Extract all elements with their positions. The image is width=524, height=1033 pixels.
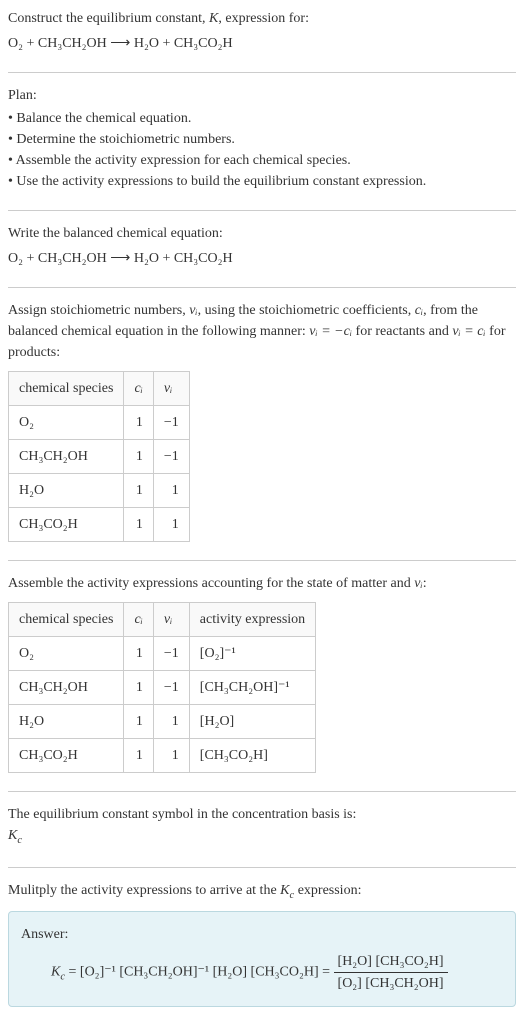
- intro-section: Construct the equilibrium constant, K, e…: [8, 8, 516, 54]
- table-row: H₂O 1 1 [H₂O]: [9, 705, 316, 739]
- cell-ci: 1: [124, 406, 153, 440]
- stoich-nu: νᵢ: [189, 303, 197, 318]
- cell-ci: 1: [124, 637, 153, 671]
- cell-ci: 1: [124, 440, 153, 474]
- cell-species: CH₃CH₂OH: [9, 440, 124, 474]
- table-row: H₂O 1 1: [9, 474, 190, 508]
- stoich-mid1: , using the stoichiometric coefficients,: [198, 303, 415, 318]
- intro-pre: Construct the equilibrium constant,: [8, 11, 209, 26]
- col-species: chemical species: [9, 603, 124, 637]
- intro-text: Construct the equilibrium constant, K, e…: [8, 8, 516, 29]
- cell-ci: 1: [124, 739, 153, 773]
- answer-fraction: [H₂O] [CH₃CO₂H][O₂] [CH₃CH₂OH]: [334, 951, 448, 994]
- plan-item: Determine the stoichiometric numbers.: [8, 129, 516, 150]
- intro-k: K: [209, 11, 218, 26]
- cell-species: CH₃CO₂H: [9, 508, 124, 542]
- cell-species: O₂: [9, 637, 124, 671]
- cell-expr: [CH₃CO₂H]: [189, 739, 315, 773]
- answer-eq: = [O₂]⁻¹ [CH₃CH₂OH]⁻¹ [H₂O] [CH₃CO₂H] =: [65, 965, 334, 980]
- cell-species: CH₃CH₂OH: [9, 671, 124, 705]
- cell-expr: [H₂O]: [189, 705, 315, 739]
- cell-nu: −1: [153, 671, 189, 705]
- table-header-row: chemical species cᵢ νᵢ activity expressi…: [9, 603, 316, 637]
- cell-nu: 1: [153, 705, 189, 739]
- stoich-pre: Assign stoichiometric numbers,: [8, 303, 189, 318]
- answer-expression: Kc = [O₂]⁻¹ [CH₃CH₂OH]⁻¹ [H₂O] [CH₃CO₂H]…: [21, 951, 503, 994]
- cell-nu: −1: [153, 440, 189, 474]
- plan-item: Use the activity expressions to build th…: [8, 171, 516, 192]
- divider: [8, 72, 516, 73]
- stoich-eq2: νᵢ = cᵢ: [452, 324, 485, 339]
- symbol-kc: Kc: [8, 825, 516, 849]
- intro-equation: O₂ + CH₃CH₂OH ⟶ H₂O + CH₃CO₂H: [8, 33, 516, 54]
- table-row: CH₃CH₂OH 1 −1 [CH₃CH₂OH]⁻¹: [9, 671, 316, 705]
- stoich-eq1: νᵢ = −cᵢ: [309, 324, 352, 339]
- col-expr: activity expression: [189, 603, 315, 637]
- cell-species: H₂O: [9, 474, 124, 508]
- divider: [8, 791, 516, 792]
- frac-denominator: [O₂] [CH₃CH₂OH]: [334, 973, 448, 994]
- balanced-section: Write the balanced chemical equation: O₂…: [8, 223, 516, 269]
- cell-nu: −1: [153, 637, 189, 671]
- intro-post: , expression for:: [218, 11, 309, 26]
- cell-nu: −1: [153, 406, 189, 440]
- col-ci: cᵢ: [124, 372, 153, 406]
- symbol-section: The equilibrium constant symbol in the c…: [8, 804, 516, 849]
- cell-species: H₂O: [9, 705, 124, 739]
- cell-nu: 1: [153, 739, 189, 773]
- activity-post: :: [423, 576, 427, 591]
- activity-nu: νᵢ: [414, 576, 422, 591]
- table-row: CH₃CO₂H 1 1 [CH₃CO₂H]: [9, 739, 316, 773]
- cell-species: CH₃CO₂H: [9, 739, 124, 773]
- multiply-post: expression:: [294, 883, 361, 898]
- activity-section: Assemble the activity expressions accoun…: [8, 573, 516, 773]
- cell-expr: [O₂]⁻¹: [189, 637, 315, 671]
- symbol-text: The equilibrium constant symbol in the c…: [8, 804, 516, 825]
- plan-item: Assemble the activity expression for eac…: [8, 150, 516, 171]
- cell-ci: 1: [124, 474, 153, 508]
- divider: [8, 867, 516, 868]
- cell-ci: 1: [124, 705, 153, 739]
- answer-box: Answer: Kc = [O₂]⁻¹ [CH₃CH₂OH]⁻¹ [H₂O] […: [8, 911, 516, 1007]
- frac-numerator: [H₂O] [CH₃CO₂H]: [334, 951, 448, 973]
- cell-species: O₂: [9, 406, 124, 440]
- stoich-section: Assign stoichiometric numbers, νᵢ, using…: [8, 300, 516, 542]
- multiply-pre: Mulitply the activity expressions to arr…: [8, 883, 280, 898]
- multiply-section: Mulitply the activity expressions to arr…: [8, 880, 516, 1008]
- table-row: O₂ 1 −1 [O₂]⁻¹: [9, 637, 316, 671]
- multiply-text: Mulitply the activity expressions to arr…: [8, 880, 516, 904]
- col-nu: νᵢ: [153, 603, 189, 637]
- activity-text: Assemble the activity expressions accoun…: [8, 573, 516, 594]
- balanced-equation: O₂ + CH₃CH₂OH ⟶ H₂O + CH₃CO₂H: [8, 248, 516, 269]
- plan-item: Balance the chemical equation.: [8, 108, 516, 129]
- col-ci: cᵢ: [124, 603, 153, 637]
- balanced-title: Write the balanced chemical equation:: [8, 223, 516, 244]
- plan-list: Balance the chemical equation. Determine…: [8, 108, 516, 192]
- table-row: CH₃CO₂H 1 1: [9, 508, 190, 542]
- divider: [8, 560, 516, 561]
- divider: [8, 210, 516, 211]
- stoich-text: Assign stoichiometric numbers, νᵢ, using…: [8, 300, 516, 363]
- divider: [8, 287, 516, 288]
- col-nu: νᵢ: [153, 372, 189, 406]
- stoich-ci: cᵢ: [415, 303, 423, 318]
- cell-nu: 1: [153, 474, 189, 508]
- activity-pre: Assemble the activity expressions accoun…: [8, 576, 414, 591]
- cell-expr: [CH₃CH₂OH]⁻¹: [189, 671, 315, 705]
- answer-label: Answer:: [21, 924, 503, 945]
- table-row: O₂ 1 −1: [9, 406, 190, 440]
- table-header-row: chemical species cᵢ νᵢ: [9, 372, 190, 406]
- plan-section: Plan: Balance the chemical equation. Det…: [8, 85, 516, 192]
- cell-ci: 1: [124, 508, 153, 542]
- cell-ci: 1: [124, 671, 153, 705]
- activity-table: chemical species cᵢ νᵢ activity expressi…: [8, 602, 316, 773]
- stoich-mid3: for reactants and: [352, 324, 452, 339]
- col-species: chemical species: [9, 372, 124, 406]
- table-row: CH₃CH₂OH 1 −1: [9, 440, 190, 474]
- cell-nu: 1: [153, 508, 189, 542]
- plan-title: Plan:: [8, 85, 516, 106]
- stoich-table: chemical species cᵢ νᵢ O₂ 1 −1 CH₃CH₂OH …: [8, 371, 190, 542]
